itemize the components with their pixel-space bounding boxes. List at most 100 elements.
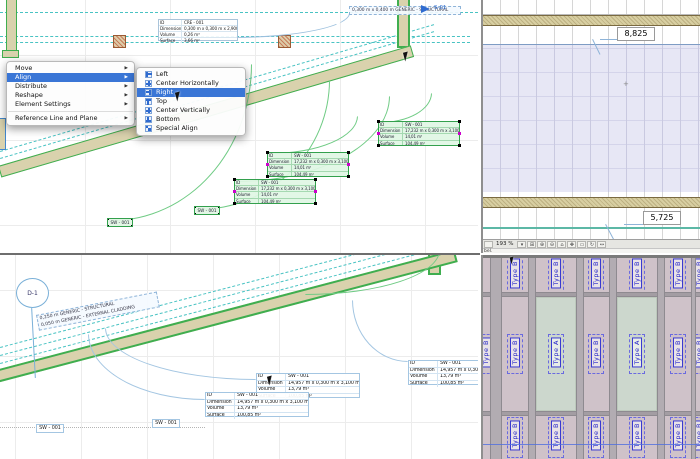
origin-crosshair: +	[623, 80, 629, 88]
submenu-item-right[interactable]: Right	[137, 88, 245, 97]
panel-column-type-b[interactable]: Type B Type B Type B	[584, 258, 610, 459]
element-info-table[interactable]: IDSW - 001 Dimension14,957 m x 0,300 m x…	[408, 360, 478, 385]
elevation-viewport[interactable]: Type B Type B Type B Type B Type B Type …	[481, 255, 700, 459]
selected-element-info-table[interactable]: IDSW - 001 Dimension17,232 m x 0,300 m x…	[234, 179, 316, 204]
selection-handle[interactable]	[266, 151, 269, 154]
selection-handle[interactable]	[458, 132, 461, 135]
grid-line	[279, 255, 280, 459]
selection-handle[interactable]	[131, 218, 133, 220]
panel-type-label: Type A	[551, 337, 561, 367]
submenu-item-left[interactable]: Left	[137, 70, 245, 79]
selection-handle[interactable]	[377, 132, 380, 135]
selection-handle[interactable]	[377, 120, 380, 123]
field-label: Surface	[379, 141, 403, 146]
selection-handle[interactable]	[233, 178, 236, 181]
selection-handle[interactable]	[218, 206, 220, 208]
section-line-teal	[483, 227, 700, 229]
panel-type-label: Type B	[510, 420, 520, 450]
panel-type-label: Type B	[696, 420, 700, 450]
pan-icon[interactable]: ✥	[567, 241, 576, 248]
submenu-item-center-vertically[interactable]: Center Vertically	[137, 106, 245, 115]
panel-column-type-a[interactable]: Type B Type A Type B	[536, 258, 576, 459]
label-leader-arc	[305, 255, 440, 295]
id-tag[interactable]: SW - 001	[152, 419, 180, 428]
menu-item-move[interactable]: Move▶	[7, 64, 134, 73]
selection-handle[interactable]	[266, 175, 269, 178]
selection-handle[interactable]	[107, 218, 109, 220]
selection-handle[interactable]	[314, 178, 317, 181]
field-label: Dimension	[379, 128, 403, 133]
panel-column-type-b[interactable]: Type B Type B Type B	[502, 258, 528, 459]
menu-item-label: Reference Line and Plane	[15, 114, 119, 123]
selection-handle[interactable]	[131, 225, 133, 227]
detail-marker[interactable]: D-1	[16, 278, 49, 308]
element-info-table[interactable]: IDSW - 001 Dimension14,957 m x 0,300 m x…	[205, 392, 309, 417]
dimension-value-bottom[interactable]: 5,725	[643, 211, 681, 225]
selection-handle[interactable]	[194, 206, 196, 208]
menu-item-align[interactable]: Align▶	[7, 73, 134, 82]
section-viewport[interactable]: + 8,825 5,725 193 % ▾ ⊞ ⊕ ⊖ ⌂ ✥ ▭ ↻ ↔ be…	[481, 0, 700, 253]
panel-column-partial[interactable]: Type B Type B Type B	[696, 258, 700, 459]
zoom-menu-button[interactable]: ▾	[517, 241, 526, 248]
wall-plan-left[interactable]	[6, 0, 17, 52]
menu-item-reference-line-and-plane[interactable]: Reference Line and Plane▶	[7, 114, 134, 123]
panel-column-type-b[interactable]: Type B Type B Type B	[665, 258, 691, 459]
section-marker-label: S-01	[434, 5, 446, 11]
selection-handle[interactable]	[458, 144, 461, 147]
home-zoom-icon[interactable]: ⌂	[557, 241, 566, 248]
selection-handle[interactable]	[347, 163, 350, 166]
window-divider[interactable]	[0, 253, 480, 255]
view-status-bar: 193 % ▾ ⊞ ⊕ ⊖ ⌂ ✥ ▭ ↻ ↔	[483, 239, 700, 248]
element-info-table[interactable]: IDCRE - 001 Dimension0,300 m x 0,300 m x…	[158, 19, 238, 41]
selection-handle[interactable]	[314, 202, 317, 205]
column-symbol[interactable]	[278, 35, 291, 48]
selected-zone-fill[interactable]	[483, 45, 700, 192]
panel-elevation-grid: Type B Type B Type B Type B Type B Type …	[483, 258, 700, 459]
selection-handle[interactable]	[233, 190, 236, 193]
selection-handle[interactable]	[233, 202, 236, 205]
selected-id-label[interactable]: SW - 001	[107, 218, 133, 227]
selection-handle[interactable]	[194, 213, 196, 215]
slab-section-band[interactable]	[483, 15, 700, 26]
panel-column-type-a[interactable]: Type B Type A Type B	[617, 258, 657, 459]
field-value: 17,232 m x 0,300 m x 3,100 m	[259, 186, 315, 191]
navigate-icon[interactable]: ↔	[597, 241, 606, 248]
submenu-item-bottom[interactable]: Bottom	[137, 115, 245, 124]
pane-splitter-button[interactable]	[484, 241, 493, 248]
menu-item-reshape[interactable]: Reshape▶	[7, 91, 134, 100]
section-marker-icon[interactable]	[421, 5, 430, 13]
menu-item-distribute[interactable]: Distribute▶	[7, 82, 134, 91]
selection-handle[interactable]	[377, 144, 380, 147]
submenu-item-center-horizontally[interactable]: Center Horizontally	[137, 79, 245, 88]
wall-cap[interactable]	[2, 50, 19, 58]
selected-element-info-table[interactable]: IDSW - 001 Dimension17,232 m x 0,300 m x…	[267, 152, 349, 177]
selection-handle[interactable]	[218, 213, 220, 215]
selected-element-info-table[interactable]: IDSW - 001 Dimension17,232 m x 0,300 m x…	[378, 121, 460, 146]
selection-handle[interactable]	[347, 175, 350, 178]
zoom-in-icon[interactable]: ⊕	[537, 241, 546, 248]
selection-handle[interactable]	[266, 163, 269, 166]
panel-column-partial[interactable]: Type B	[483, 258, 490, 459]
column-symbol[interactable]	[113, 35, 126, 48]
floorplan-zoomed-viewport[interactable]: D-1 0,250 m GENERIC - STRUCTURAL 0,050 m…	[0, 255, 478, 459]
selection-handle[interactable]	[347, 151, 350, 154]
dimension-value-top[interactable]: 8,825	[617, 27, 655, 41]
id-tag[interactable]: SW - 001	[36, 424, 64, 433]
selected-id-label[interactable]: SW - 001	[194, 206, 220, 215]
zoom-level-value[interactable]: 193 %	[493, 241, 516, 247]
submenu-item-special-align[interactable]: Special Align	[137, 124, 245, 133]
field-value: 104,49 m²	[292, 172, 314, 177]
selection-handle[interactable]	[458, 120, 461, 123]
fit-in-window-icon[interactable]: ⊞	[527, 241, 536, 248]
selection-handle[interactable]	[314, 190, 317, 193]
selection-handle[interactable]	[107, 225, 109, 227]
zoom-box-icon[interactable]: ▭	[577, 241, 586, 248]
label-leader-arc	[88, 334, 205, 400]
menu-item-element-settings[interactable]: Element Settings▶	[7, 100, 134, 109]
zoom-out-icon[interactable]: ⊖	[547, 241, 556, 248]
slab-section-band[interactable]	[483, 197, 700, 208]
submenu-item-top[interactable]: Top	[137, 97, 245, 106]
panel-type-label: Type B	[673, 337, 683, 367]
rotate-view-icon[interactable]: ↻	[587, 241, 596, 248]
field-label: ID	[379, 122, 403, 127]
